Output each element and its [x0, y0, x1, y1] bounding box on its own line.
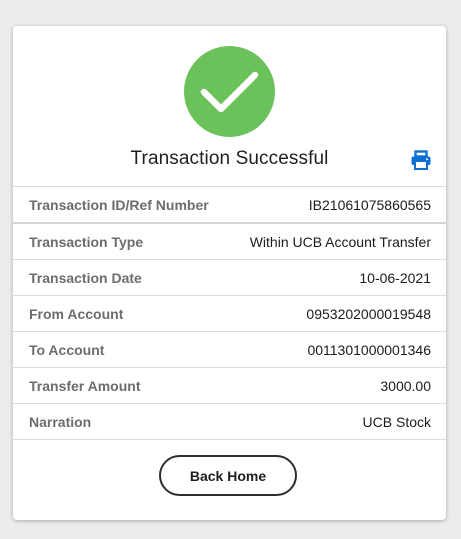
back-home-button[interactable]: Back Home — [159, 455, 297, 496]
detail-row-from-account: From Account 0953202000019548 — [13, 296, 446, 332]
printer-icon[interactable] — [411, 150, 431, 170]
detail-label: To Account — [29, 342, 105, 358]
detail-row-transfer-amount: Transfer Amount 3000.00 — [13, 368, 446, 404]
transaction-details-table: Transaction ID/Ref Number IB210610758605… — [13, 186, 446, 440]
detail-row-transaction-type: Transaction Type Within UCB Account Tran… — [13, 224, 446, 260]
detail-value: 0011301000001346 — [307, 342, 431, 358]
detail-value: IB21061075860565 — [308, 197, 431, 213]
detail-value: 10-06-2021 — [359, 270, 431, 286]
detail-value: 3000.00 — [380, 378, 431, 394]
detail-row-transaction-id: Transaction ID/Ref Number IB210610758605… — [13, 187, 446, 224]
detail-label: Narration — [29, 414, 92, 430]
detail-value: Within UCB Account Transfer — [249, 234, 431, 250]
detail-label: Transfer Amount — [29, 378, 141, 394]
success-checkmark-icon — [184, 46, 275, 137]
detail-row-transaction-date: Transaction Date 10-06-2021 — [13, 260, 446, 296]
transaction-status-title: Transaction Successful — [130, 148, 329, 169]
transaction-receipt-card: Transaction Successful Transaction ID/Re… — [13, 26, 446, 520]
detail-label: Transaction ID/Ref Number — [29, 197, 209, 213]
detail-value: UCB Stock — [362, 414, 431, 430]
detail-label: Transaction Type — [29, 234, 144, 250]
detail-row-to-account: To Account 0011301000001346 — [13, 332, 446, 368]
detail-value: 0953202000019548 — [306, 306, 431, 322]
detail-label: From Account — [29, 306, 124, 322]
detail-label: Transaction Date — [29, 270, 142, 286]
detail-row-narration: Narration UCB Stock — [13, 404, 446, 440]
